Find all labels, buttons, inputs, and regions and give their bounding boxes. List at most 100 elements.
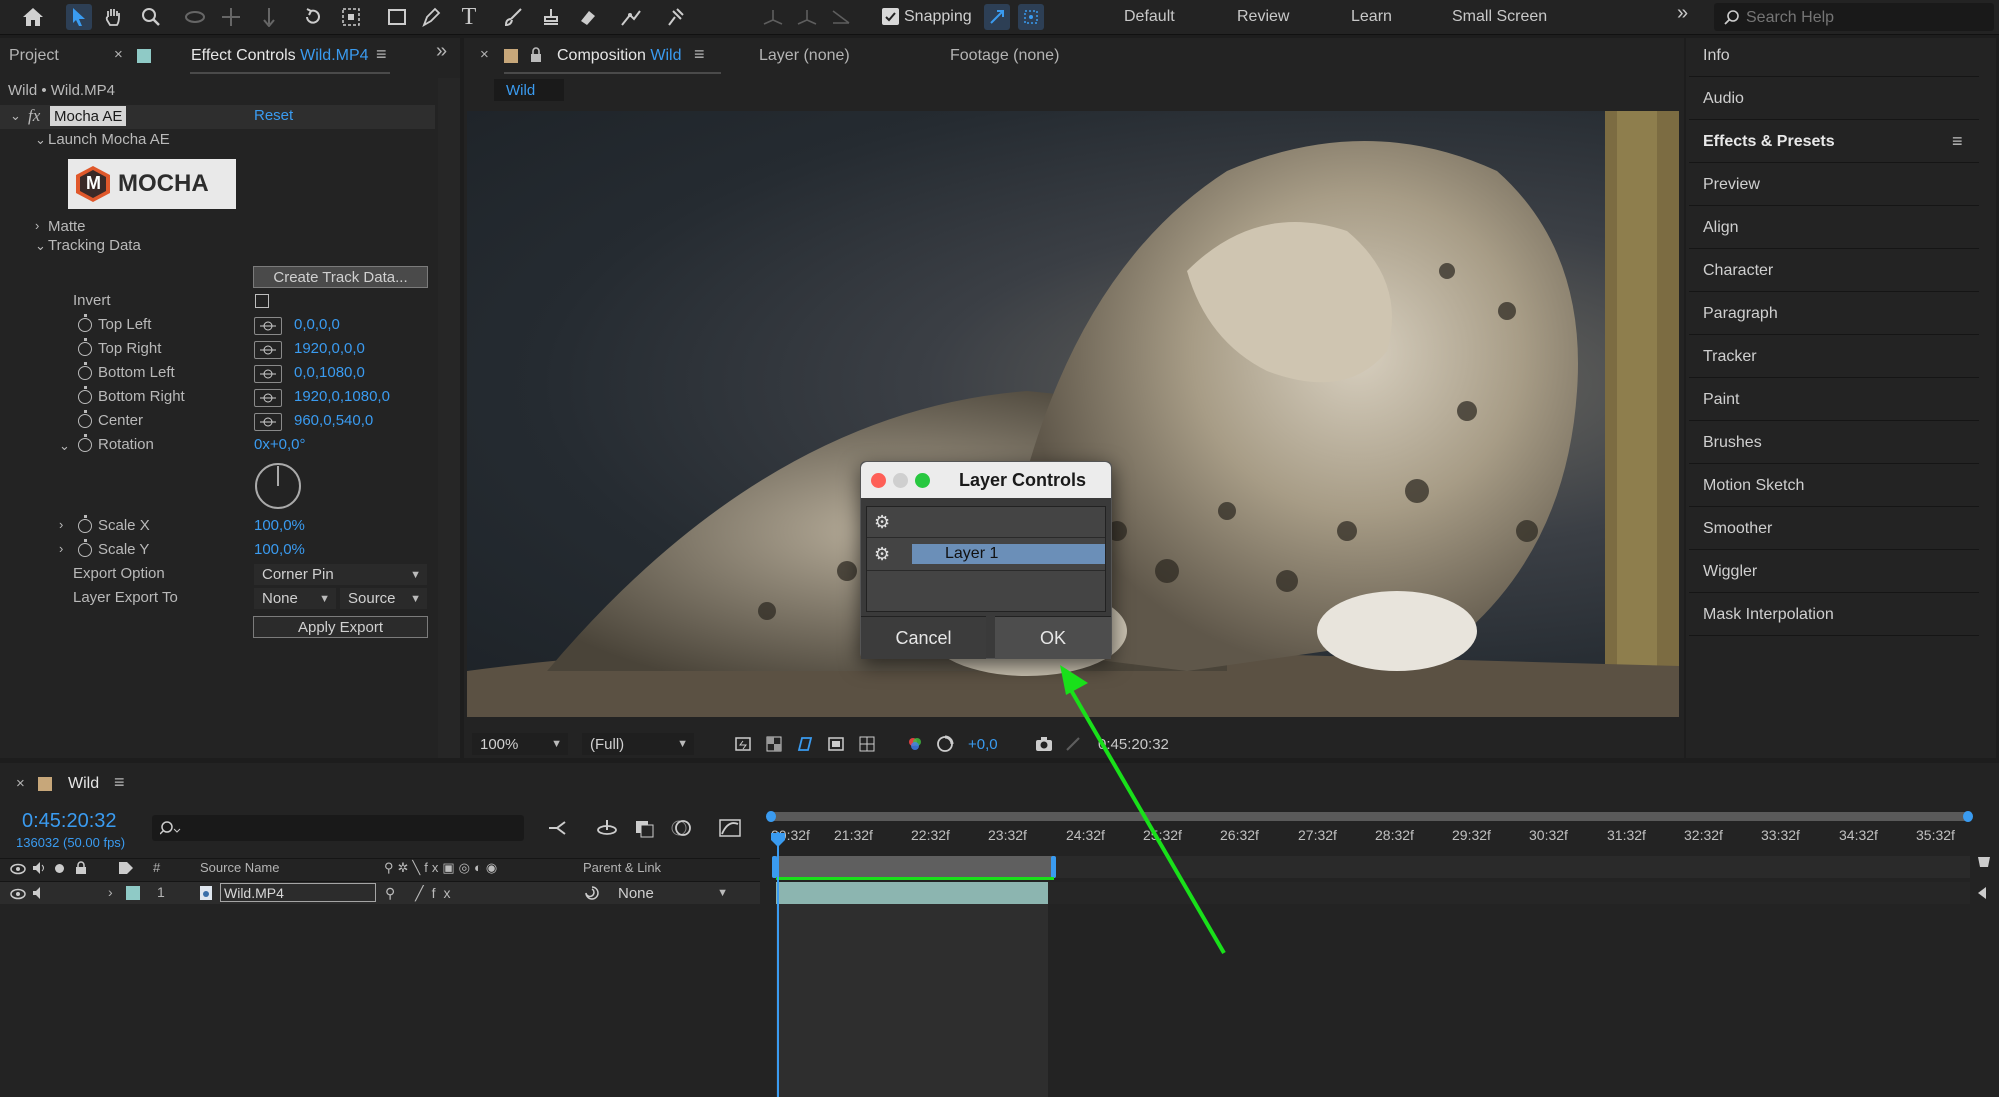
comp-mini-flowchart-icon[interactable]	[547, 818, 571, 843]
comp-marker-bin-icon[interactable]	[1976, 885, 1994, 906]
type-tool-icon[interactable]: T	[456, 4, 482, 30]
crosshair-icon[interactable]	[254, 341, 282, 359]
stopwatch-icon[interactable]	[78, 338, 92, 356]
time-navigator[interactable]	[770, 812, 1970, 821]
panel-smoother[interactable]: Smoother	[1689, 508, 1979, 550]
orbit-camera-icon[interactable]	[182, 4, 208, 30]
layer-twirl-icon[interactable]: ›	[108, 884, 113, 900]
zoom-window-icon[interactable]	[915, 473, 930, 488]
pan-camera-icon[interactable]	[218, 4, 244, 30]
panel-align[interactable]: Align	[1689, 207, 1979, 249]
crosshair-icon[interactable]	[254, 413, 282, 431]
snap-edges-icon[interactable]	[984, 4, 1010, 30]
snapping-checkbox[interactable]	[882, 8, 899, 25]
rotation-twirl-icon[interactable]: ⌄	[59, 438, 70, 454]
zoom-dropdown[interactable]: 100% ▼	[472, 733, 568, 755]
layer-export-to-dropdown[interactable]: None ▼	[254, 588, 336, 609]
layer-name-field[interactable]: Wild.MP4	[220, 883, 376, 902]
layer-audio-icon[interactable]	[31, 886, 47, 905]
export-option-dropdown[interactable]: Corner Pin ▼	[254, 564, 427, 585]
close-project-tab-icon[interactable]: ×	[114, 46, 123, 63]
resolution-dropdown[interactable]: (Full) ▼	[582, 733, 694, 755]
timeline-search-box[interactable]	[152, 815, 524, 841]
matte-section[interactable]: Matte	[48, 218, 86, 235]
graph-editor-icon[interactable]	[718, 818, 742, 843]
tab-effect-controls[interactable]: Effect Controls Wild.MP4	[191, 47, 369, 65]
playhead-handle[interactable]	[770, 832, 786, 853]
brush-tool-icon[interactable]	[500, 4, 526, 30]
motion-blur-icon[interactable]	[670, 818, 694, 843]
clone-stamp-icon[interactable]	[538, 4, 564, 30]
timeline-menu-icon[interactable]: ≡	[114, 772, 125, 793]
comp-subtab-wild[interactable]: Wild	[494, 79, 564, 101]
crosshair-icon[interactable]	[254, 365, 282, 383]
stopwatch-icon[interactable]	[78, 515, 92, 533]
audio-icon[interactable]	[31, 861, 47, 880]
matte-twirl-icon[interactable]: ›	[35, 218, 39, 233]
zoom-tool-icon[interactable]	[138, 4, 164, 30]
mask-visibility-icon[interactable]	[796, 735, 814, 758]
eraser-tool-icon[interactable]	[574, 4, 600, 30]
crosshair-icon[interactable]	[254, 317, 282, 335]
hand-tool-icon[interactable]	[100, 4, 126, 30]
workspace-learn[interactable]: Learn	[1351, 8, 1392, 26]
layer-list-row[interactable]: ⚙ Layer 1	[867, 538, 1105, 571]
effect-twirl-icon[interactable]: ⌄	[10, 108, 21, 124]
apply-export-button[interactable]: Apply Export	[253, 616, 428, 638]
frame-blending-icon[interactable]	[633, 818, 657, 843]
layer-1-item[interactable]: Layer 1	[912, 544, 1105, 564]
comp-panel-menu-icon[interactable]: ≡	[694, 44, 705, 65]
launch-twirl-icon[interactable]: ⌄	[35, 132, 46, 148]
tracking-data-section[interactable]: Tracking Data	[48, 237, 141, 254]
col-source-name[interactable]: Source Name	[200, 860, 279, 875]
scale-y-twirl-icon[interactable]: ›	[59, 541, 63, 556]
panel-character[interactable]: Character	[1689, 250, 1979, 292]
solo-icon[interactable]	[55, 864, 64, 873]
crosshair-icon[interactable]	[254, 389, 282, 407]
current-time-display[interactable]: 0:45:20:32	[22, 810, 117, 833]
create-track-data-button[interactable]: Create Track Data...	[253, 266, 428, 288]
home-icon[interactable]	[20, 4, 46, 30]
tab-composition[interactable]: Composition Wild	[557, 47, 682, 65]
prop-top-right-value[interactable]: 1920,0,0,0	[294, 340, 365, 357]
rotation-value[interactable]: 0x+0,0°	[254, 436, 305, 453]
panel-tracker[interactable]: Tracker	[1689, 336, 1979, 378]
lock-icon[interactable]	[530, 47, 542, 68]
panel-info[interactable]: Info	[1689, 35, 1979, 77]
puppet-pin-icon[interactable]	[662, 4, 688, 30]
roto-brush-icon[interactable]	[618, 4, 644, 30]
close-window-icon[interactable]	[871, 473, 886, 488]
close-timeline-tab-icon[interactable]: ×	[16, 775, 25, 792]
stopwatch-icon[interactable]	[78, 362, 92, 380]
panel-audio[interactable]: Audio	[1689, 78, 1979, 120]
stopwatch-icon[interactable]	[78, 539, 92, 557]
panel-wiggler[interactable]: Wiggler	[1689, 551, 1979, 593]
tab-timeline-wild[interactable]: Wild	[68, 775, 99, 793]
timeline-zoom-out-icon[interactable]	[1976, 855, 1992, 878]
rotate-tool-icon[interactable]	[300, 4, 326, 30]
close-comp-tab-icon[interactable]: ×	[480, 46, 489, 63]
gear-icon[interactable]: ⚙	[874, 544, 890, 565]
reset-exposure-icon[interactable]	[936, 735, 954, 758]
prop-top-left-value[interactable]: 0,0,0,0	[294, 316, 340, 333]
region-of-interest-icon[interactable]	[827, 735, 845, 758]
prop-bottom-left-value[interactable]: 0,0,1080,0	[294, 364, 365, 381]
workspace-overflow-icon[interactable]: »	[1677, 2, 1688, 25]
playhead-line[interactable]	[777, 832, 779, 1097]
gear-icon[interactable]: ⚙	[874, 512, 890, 533]
workspace-review[interactable]: Review	[1237, 8, 1289, 26]
panel-preview[interactable]: Preview	[1689, 164, 1979, 206]
pan-behind-icon[interactable]	[338, 4, 364, 30]
selection-tool-icon[interactable]	[66, 4, 92, 30]
scale-y-value[interactable]: 100,0%	[254, 541, 305, 558]
stopwatch-icon[interactable]	[78, 386, 92, 404]
col-parent-link[interactable]: Parent & Link	[583, 860, 661, 875]
rectangle-tool-icon[interactable]	[384, 4, 410, 30]
tab-layer[interactable]: Layer (none)	[759, 47, 850, 65]
panel-paint[interactable]: Paint	[1689, 379, 1979, 421]
tracking-twirl-icon[interactable]: ⌄	[35, 238, 46, 254]
stopwatch-icon[interactable]	[78, 314, 92, 332]
effects-presets-menu-icon[interactable]: ≡	[1952, 131, 1963, 152]
pick-whip-icon[interactable]	[584, 885, 600, 906]
fast-previews-icon[interactable]	[734, 735, 752, 758]
